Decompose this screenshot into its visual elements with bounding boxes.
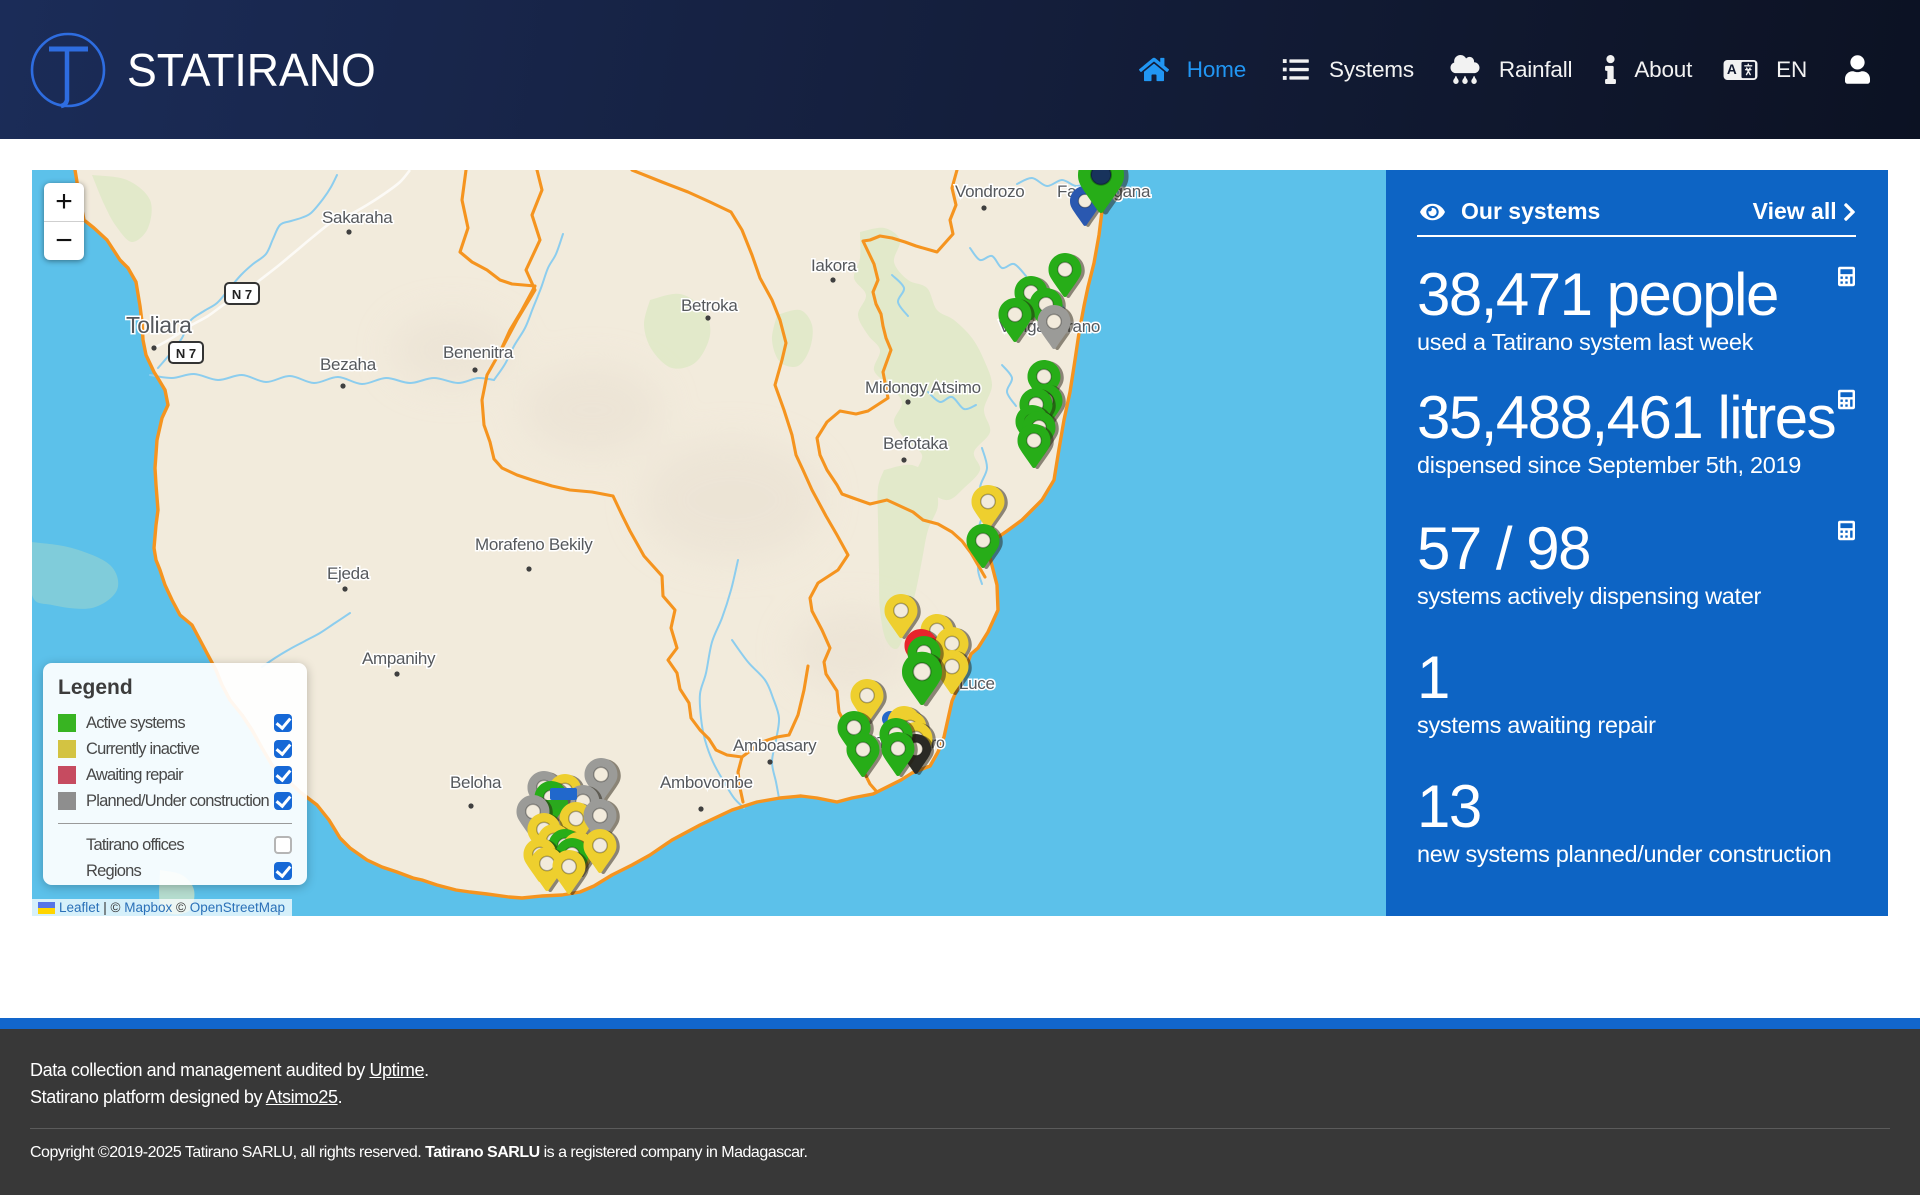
svg-text:Sakaraha: Sakaraha	[322, 208, 393, 227]
svg-text:Ampanihy: Ampanihy	[362, 649, 436, 668]
svg-text:Iakora: Iakora	[811, 256, 857, 275]
svg-text:Amboasary: Amboasary	[733, 736, 817, 755]
svg-text:Befotaka: Befotaka	[883, 434, 949, 453]
svg-text:N 7: N 7	[176, 346, 196, 361]
svg-text:Toliara: Toliara	[126, 312, 192, 338]
svg-text:Ejeda: Ejeda	[327, 564, 370, 583]
svg-text:Benenitra: Benenitra	[443, 343, 514, 362]
svg-text:Vondrozo: Vondrozo	[955, 182, 1024, 201]
svg-text:Morafeno Bekily: Morafeno Bekily	[475, 535, 593, 554]
svg-text:A: A	[1727, 62, 1737, 77]
svg-text:Ambovombe: Ambovombe	[660, 773, 753, 792]
svg-text:Midongy Atsimo: Midongy Atsimo	[865, 378, 981, 397]
svg-text:Beloha: Beloha	[450, 773, 502, 792]
svg-text:Bezaha: Bezaha	[320, 355, 377, 374]
svg-text:Betroka: Betroka	[681, 296, 738, 315]
svg-text:N 7: N 7	[232, 287, 252, 302]
